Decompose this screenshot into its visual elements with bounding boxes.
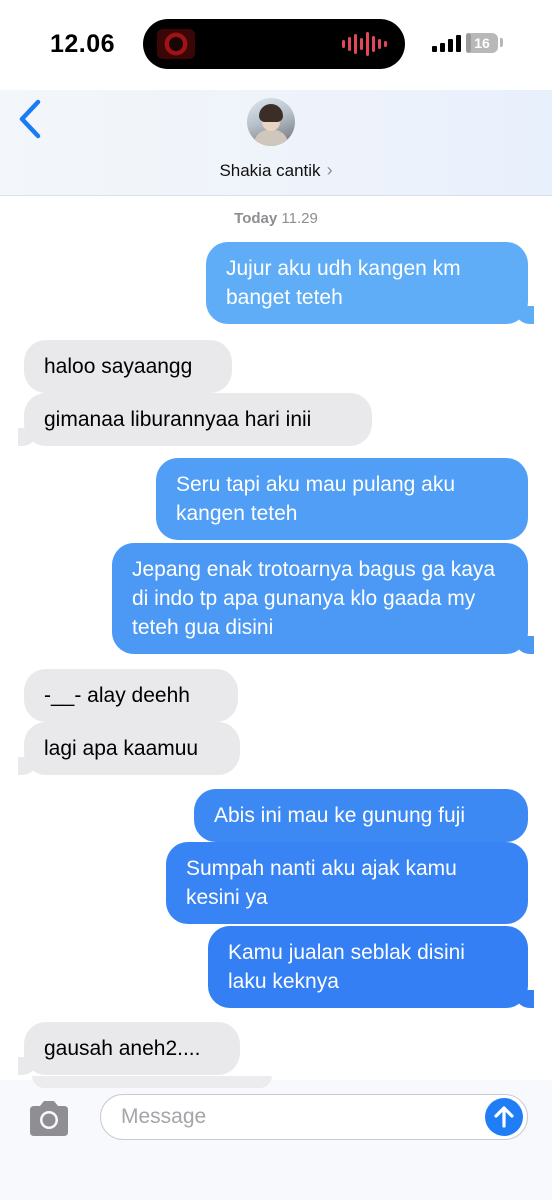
received-message-bubble[interactable]: -__- alay deehh bbox=[24, 669, 238, 722]
message-text: -__- alay deehh bbox=[44, 684, 190, 707]
audio-waveform-icon bbox=[342, 31, 387, 57]
now-playing-artwork bbox=[157, 29, 195, 59]
sent-message-bubble[interactable]: Jujur aku udh kangen km banget teteh bbox=[206, 242, 534, 324]
message-composer bbox=[0, 1076, 552, 1200]
cellular-signal-icon bbox=[432, 34, 461, 52]
received-message-bubble[interactable]: gimanaa liburannyaa hari inii bbox=[18, 393, 372, 446]
back-button[interactable] bbox=[14, 98, 48, 140]
contact-name-button[interactable]: Shakia cantik › bbox=[0, 160, 552, 181]
thread-timestamp: Today 11.29 bbox=[0, 210, 552, 227]
bubble-tail bbox=[18, 1057, 36, 1075]
sent-message-bubble[interactable]: Kamu jualan seblak disini laku keknya bbox=[208, 926, 534, 1008]
message-text: Jepang enak trotoarnya bagus ga kaya di … bbox=[132, 558, 496, 639]
sent-message-bubble[interactable]: Jepang enak trotoarnya bagus ga kaya di … bbox=[112, 543, 534, 654]
message-text: Seru tapi aku mau pulang aku kangen tete… bbox=[176, 473, 456, 525]
message-text: Sumpah nanti aku ajak kamu kesini ya bbox=[186, 857, 457, 909]
arrow-up-icon bbox=[494, 1106, 514, 1128]
message-input[interactable] bbox=[121, 1095, 461, 1138]
chevron-left-icon bbox=[19, 99, 41, 139]
contact-avatar[interactable] bbox=[247, 98, 295, 146]
message-text: lagi apa kaamuu bbox=[44, 737, 199, 760]
sent-message-bubble[interactable]: Seru tapi aku mau pulang aku kangen tete… bbox=[156, 458, 528, 540]
contact-name: Shakia cantik bbox=[219, 161, 321, 180]
camera-button[interactable] bbox=[26, 1098, 72, 1138]
battery-level: 16 bbox=[474, 35, 490, 51]
bubble-tail bbox=[516, 306, 534, 324]
status-bar: 12.06 16 bbox=[0, 0, 552, 90]
battery-icon: 16 bbox=[466, 33, 498, 53]
sent-message-bubble[interactable]: Sumpah nanti aku ajak kamu kesini ya bbox=[166, 842, 528, 924]
message-text: gimanaa liburannyaa hari inii bbox=[44, 408, 312, 431]
timestamp-day: Today bbox=[234, 210, 278, 227]
send-button[interactable] bbox=[485, 1098, 523, 1136]
status-time: 12.06 bbox=[50, 30, 116, 58]
message-text: haloo sayaangg bbox=[44, 355, 193, 378]
battery-fill bbox=[466, 33, 471, 53]
bubble-tail bbox=[516, 636, 534, 654]
bubble-tail bbox=[18, 428, 36, 446]
bubble-tail bbox=[18, 757, 36, 775]
message-text: Kamu jualan seblak disini laku keknya bbox=[228, 941, 465, 993]
chevron-right-icon: › bbox=[326, 160, 333, 180]
received-message-bubble[interactable]: lagi apa kaamuu bbox=[18, 722, 240, 775]
conversation-header: Shakia cantik › bbox=[0, 90, 552, 196]
dynamic-island[interactable] bbox=[143, 19, 405, 69]
message-text: Jujur aku udh kangen km banget teteh bbox=[226, 257, 461, 309]
partially-hidden-bubble bbox=[32, 1076, 272, 1088]
timestamp-time: 11.29 bbox=[281, 210, 318, 227]
bubble-tail bbox=[516, 990, 534, 1008]
battery-tip bbox=[500, 38, 503, 47]
received-message-bubble[interactable]: gausah aneh2.... bbox=[18, 1022, 240, 1075]
sent-message-bubble[interactable]: Abis ini mau ke gunung fuji bbox=[194, 789, 528, 842]
message-thread[interactable]: Today 11.29 Jujur aku udh kangen km bang… bbox=[0, 196, 552, 1080]
message-text: Abis ini mau ke gunung fuji bbox=[214, 804, 465, 827]
camera-icon bbox=[30, 1101, 68, 1136]
message-input-field[interactable] bbox=[100, 1094, 528, 1140]
received-message-bubble[interactable]: haloo sayaangg bbox=[24, 340, 232, 393]
message-text: gausah aneh2.... bbox=[44, 1037, 201, 1060]
